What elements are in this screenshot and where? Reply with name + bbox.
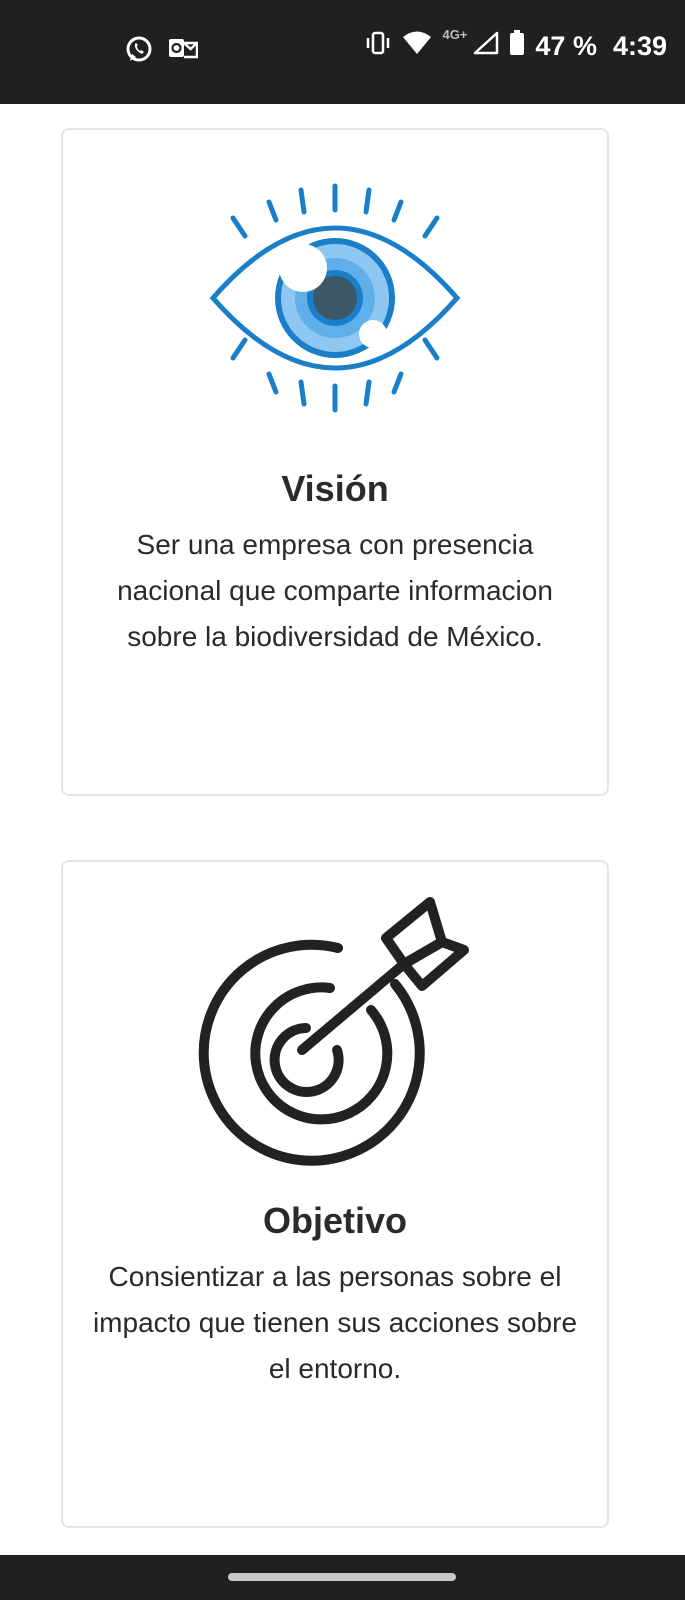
status-bar: 4G+ 47 % 4:39 [0,0,685,104]
eye-icon [209,183,461,413]
whatsapp-icon [124,34,154,69]
vision-card: Visión Ser una empresa con presencia nac… [61,128,609,796]
card-title: Visión [281,468,389,509]
navigation-bar [0,1555,685,1600]
home-gesture-handle[interactable] [228,1573,456,1581]
card-title: Objetivo [262,1200,408,1241]
notification-icons [124,34,199,69]
outlook-icon [168,36,199,67]
target-icon [198,897,469,1166]
system-icons: 4G+ 47 % 4:39 [364,27,667,63]
card-description: Ser una empresa con presencia nacional q… [117,529,553,652]
wifi-icon [402,31,432,62]
network-type: 4G+ [442,27,468,42]
battery-icon [509,30,525,63]
page-content: Visión Ser una empresa con presencia nac… [0,104,685,1555]
card-description: Consientizar a las personas sobre el imp… [92,1261,578,1384]
clock: 4:39 [612,31,667,61]
battery-percentage: 47 % [535,31,597,61]
vibrate-icon [364,31,392,62]
objetivo-card: Objetivo Consientizar a las personas sob… [61,860,609,1528]
signal-icon [473,31,499,62]
